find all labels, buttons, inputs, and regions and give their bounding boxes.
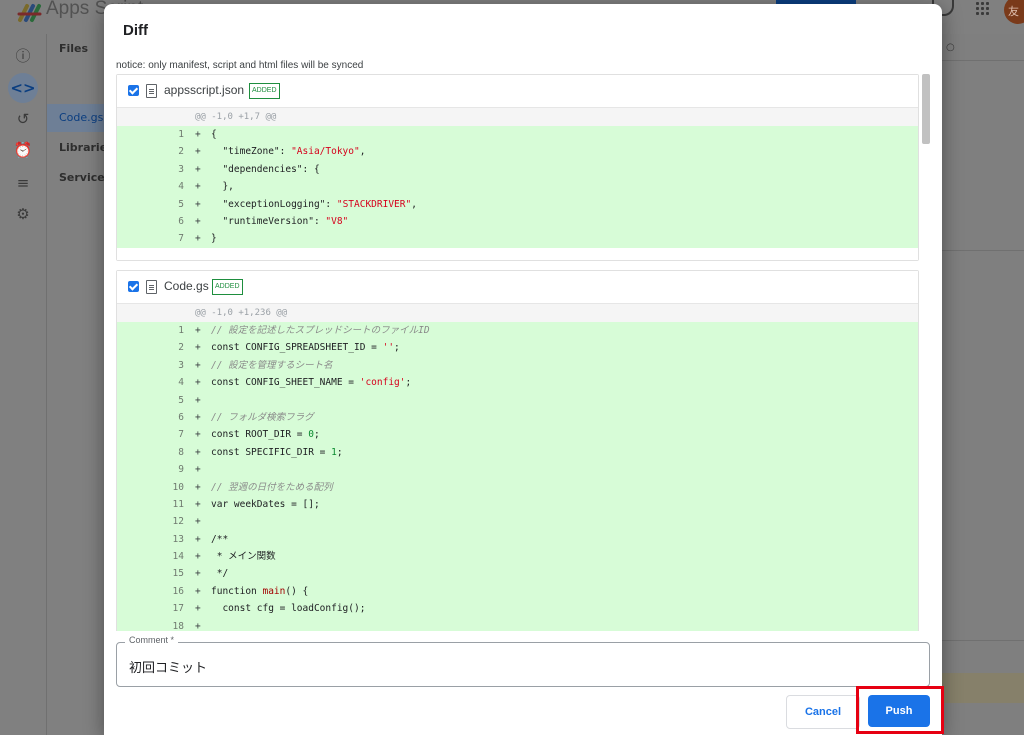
diff-scroll-area[interactable]: appsscript.json ADDED @@ -1,0 +1,7 @@ 1 +…: [116, 74, 929, 631]
diff-dialog: Diff notice: only manifest, script and h…: [104, 4, 944, 735]
executions-icon[interactable]: ≡: [12, 172, 34, 194]
panel-circle-icon: ○: [946, 42, 955, 53]
added-badge: ADDED: [249, 83, 280, 99]
settings-gear-icon[interactable]: ⚙: [12, 203, 34, 225]
diff-line: 14 + * メイン関数: [172, 551, 276, 563]
file-name: Code.gs: [164, 279, 209, 293]
diff-line: 7 +}: [178, 233, 217, 245]
diff-line: 4 + },: [178, 181, 234, 193]
history-icon[interactable]: ↺: [12, 108, 34, 130]
diff-lines: 1 +// 設定を記述したスプレッドシートのファイルID 2 + const CONF…: [117, 322, 918, 631]
diff-line: 1 +// 設定を記述したスプレッドシートのファイルID: [178, 325, 430, 336]
apps-script-logo-icon: [17, 4, 42, 22]
divider: [942, 250, 1024, 251]
diff-line: 13 +/**: [172, 533, 229, 545]
diff-line: 9 +: [178, 464, 201, 476]
cancel-button[interactable]: Cancel: [786, 695, 860, 729]
added-badge: ADDED: [212, 279, 243, 295]
push-button[interactable]: Push: [868, 695, 930, 727]
diff-line: 6 + "runtimeVersion": "V8": [178, 215, 349, 227]
include-file-checkbox[interactable]: [128, 85, 139, 96]
sync-notice: notice: only manifest, script and html f…: [116, 60, 364, 71]
file-header: appsscript.json ADDED: [117, 75, 918, 108]
scrollbar-thumb[interactable]: [922, 74, 930, 144]
file-icon: [146, 84, 157, 98]
diff-line: 3 +// 設定を管理するシート名: [178, 359, 333, 371]
diff-line: 18 +: [172, 620, 201, 631]
diff-line: 16 + function main() {: [172, 585, 309, 597]
comment-input[interactable]: 初回コミット: [129, 657, 207, 676]
apps-grid-icon[interactable]: [976, 2, 990, 16]
diff-line: 15 + */: [172, 568, 229, 580]
diff-line: 6 +// フォルダ検索フラグ: [178, 411, 314, 423]
comment-label: Comment *: [125, 635, 179, 645]
files-panel: Files Code.gs Libraries Services: [47, 34, 114, 735]
files-header: Files: [59, 42, 89, 55]
hunk-header: @@ -1,0 +1,7 @@: [117, 108, 918, 126]
triggers-alarm-icon[interactable]: ⏰: [12, 139, 34, 161]
divider: [942, 60, 1024, 61]
file-header: Code.gs ADDED: [117, 271, 918, 304]
diff-line: 12 +: [172, 516, 201, 528]
diff-file-code-gs: Code.gs ADDED @@ -1,0 +1,236 @@ 1 +// 設定を…: [116, 270, 919, 631]
diff-line: 11 + var weekDates = [];: [172, 498, 320, 510]
editor-code-icon[interactable]: <>: [8, 73, 38, 103]
file-icon: [146, 280, 157, 294]
diff-file-appsscript-json: appsscript.json ADDED @@ -1,0 +1,7 @@ 1 +…: [116, 74, 919, 261]
dialog-title: Diff: [123, 22, 148, 39]
file-item-code-gs[interactable]: Code.gs: [59, 111, 103, 124]
notice-bar: [942, 673, 1024, 703]
avatar[interactable]: 友: [1004, 0, 1024, 24]
divider: [942, 640, 1024, 641]
info-icon[interactable]: ⓘ: [12, 45, 34, 67]
diff-line: 5 + "exceptionLogging": "STACKDRIVER",: [178, 198, 417, 210]
diff-line: 2 + "timeZone": "Asia/Tokyo",: [178, 146, 366, 158]
diff-line: 7 + const ROOT_DIR = 0;: [178, 429, 320, 441]
comment-field[interactable]: Comment * 初回コミット: [116, 635, 930, 687]
diff-line: 1 +{: [178, 129, 217, 140]
include-file-checkbox[interactable]: [128, 281, 139, 292]
diff-line: 10 +// 翌週の日付をためる配列: [172, 481, 333, 493]
left-nav-rail: ⓘ <> ↺ ⏰ ≡ ⚙: [0, 34, 47, 735]
diff-lines: 1 +{ 2 + "timeZone": "Asia/Tokyo", 3 + "dep…: [117, 126, 918, 248]
diff-line: 5 +: [178, 394, 201, 406]
diff-line: 2 + const CONFIG_SPREADSHEET_ID = '';: [178, 342, 400, 354]
file-name: appsscript.json: [164, 83, 245, 97]
diff-line: 3 + "dependencies": {: [178, 163, 320, 175]
diff-line: 4 + const CONFIG_SHEET_NAME = 'config';: [178, 377, 412, 389]
diff-line: 17 + const cfg = loadConfig();: [172, 603, 366, 615]
hunk-header: @@ -1,0 +1,236 @@: [117, 304, 918, 322]
diff-line: 8 + const SPECIFIC_DIR = 1;: [178, 446, 343, 458]
